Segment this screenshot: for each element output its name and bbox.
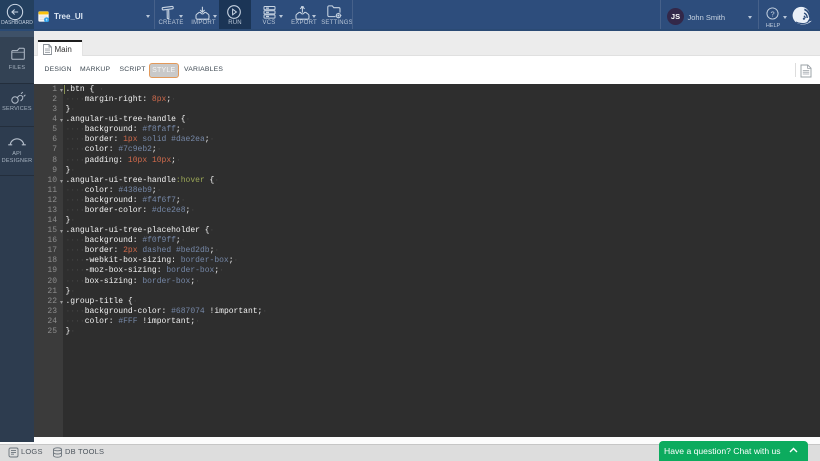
svg-text:?: ? — [770, 9, 774, 18]
